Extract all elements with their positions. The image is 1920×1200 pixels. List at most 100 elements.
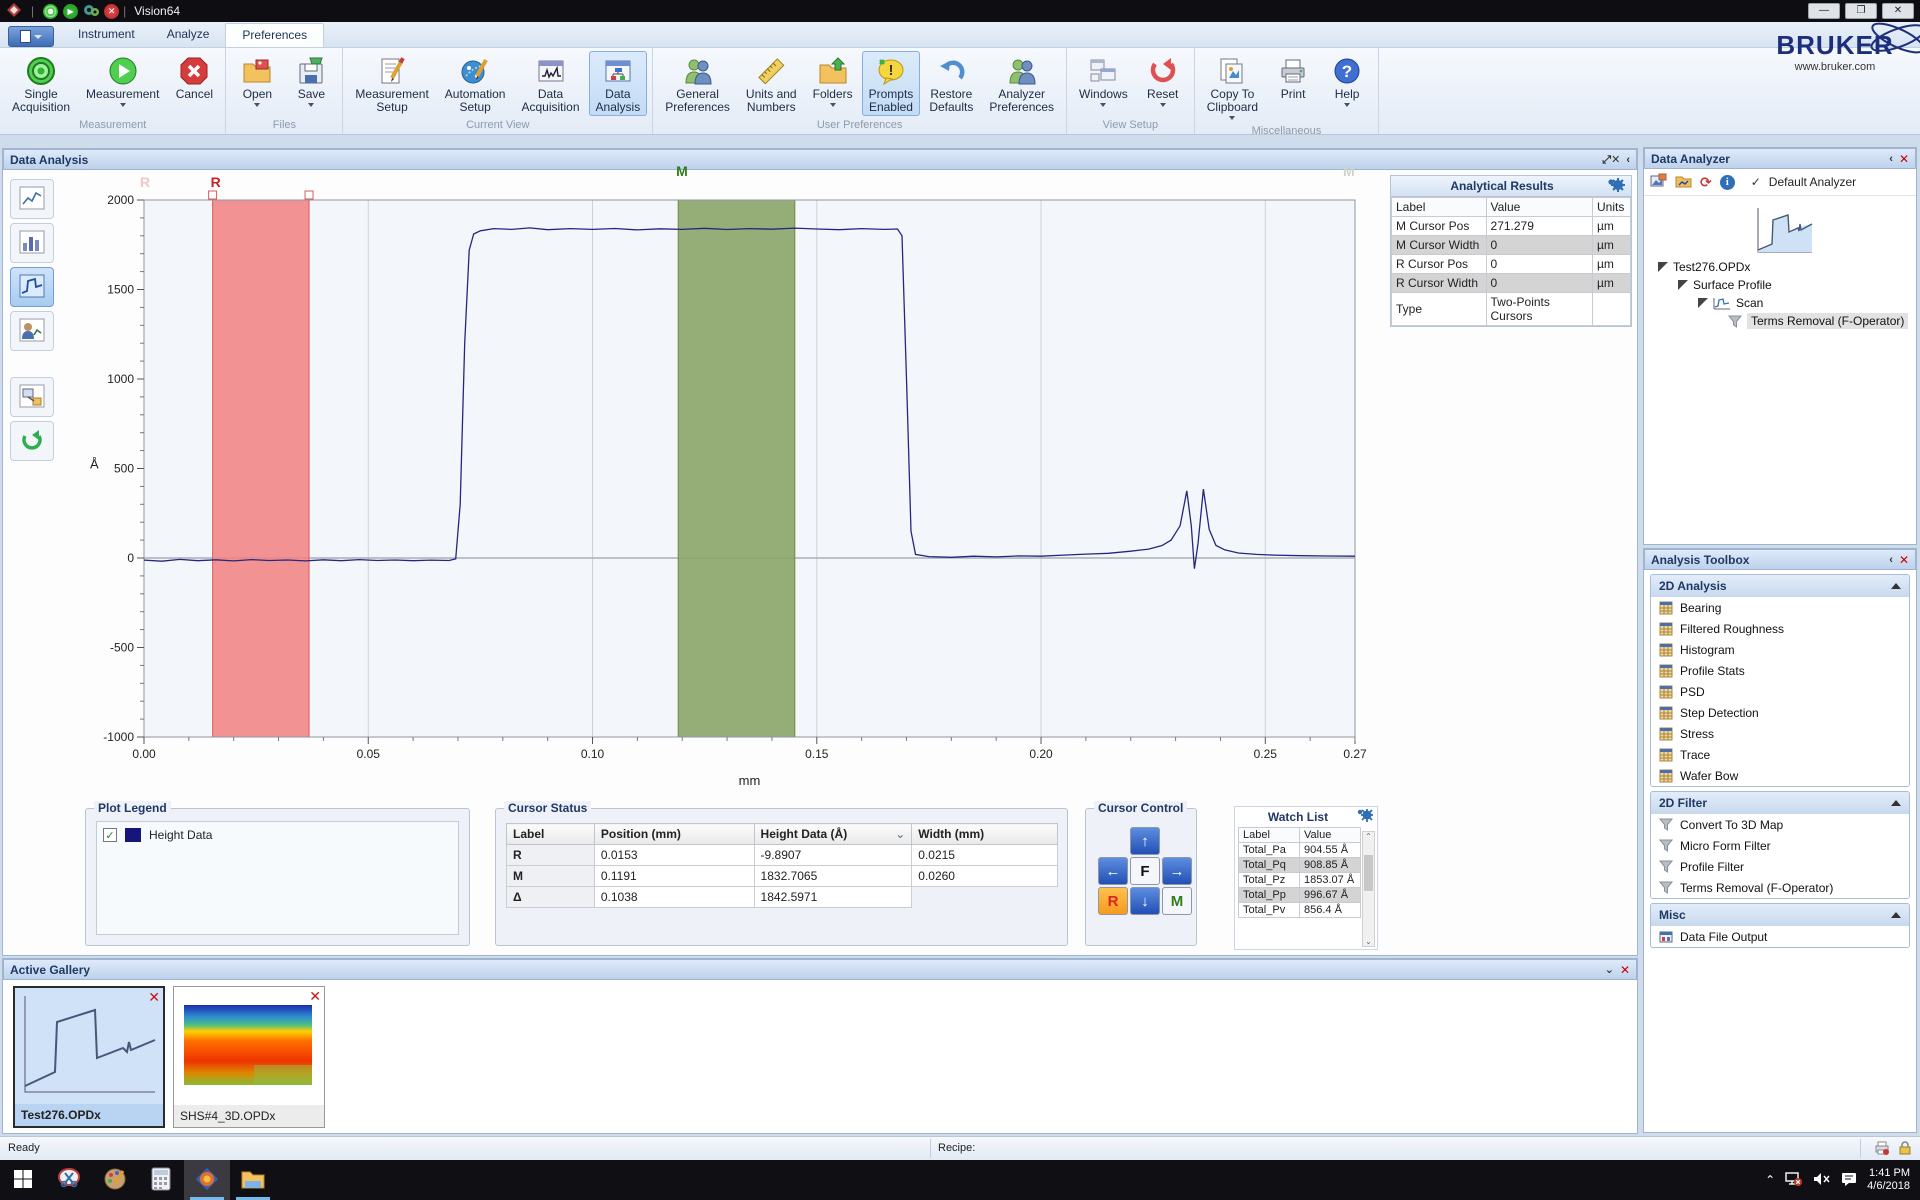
- legend-checkbox[interactable]: ✓: [103, 828, 117, 842]
- toolbox-item[interactable]: Bearing: [1651, 597, 1909, 618]
- data-analysis-button[interactable]: DataAnalysis: [589, 51, 648, 116]
- collapse-left-icon[interactable]: ‹: [1889, 153, 1893, 165]
- column-header[interactable]: Position (mm): [594, 824, 754, 845]
- position-cell[interactable]: 0.1191: [594, 866, 754, 887]
- height-cell[interactable]: 1842.5971: [754, 887, 912, 908]
- network-error-icon[interactable]: [1785, 1171, 1803, 1190]
- gear-icon[interactable]: [1607, 178, 1625, 195]
- toolbox-item[interactable]: Terms Removal (F-Operator): [1651, 877, 1909, 898]
- table-row[interactable]: M Cursor Width0µm: [1392, 236, 1631, 255]
- toolbox-item[interactable]: Micro Form Filter: [1651, 835, 1909, 856]
- width-cell[interactable]: 0.0260: [912, 866, 1058, 887]
- position-cell[interactable]: 0.0153: [594, 845, 754, 866]
- refresh-icon[interactable]: ⟳: [1700, 174, 1712, 191]
- print-button[interactable]: Print: [1267, 51, 1319, 103]
- settings-gears-icon[interactable]: [83, 3, 99, 20]
- prompts-enabled-button[interactable]: !PromptsEnabled: [862, 51, 921, 116]
- column-header[interactable]: Units: [1593, 198, 1631, 217]
- width-cell[interactable]: 0.0215: [912, 845, 1058, 866]
- tree-item[interactable]: Terms Removal (F-Operator): [1644, 312, 1916, 330]
- info-icon[interactable]: i: [1720, 175, 1735, 190]
- cursor-down-button[interactable]: ↓: [1130, 887, 1160, 915]
- table-row[interactable]: R Cursor Width0µm: [1392, 274, 1631, 293]
- r-cursor-band[interactable]: [213, 200, 309, 737]
- minimize-button[interactable]: —: [1808, 3, 1840, 19]
- table-row[interactable]: M Cursor Pos271.279µm: [1392, 217, 1631, 236]
- column-header[interactable]: Width (mm): [912, 824, 1058, 845]
- toolbox-item[interactable]: Wafer Bow: [1651, 765, 1909, 786]
- column-header[interactable]: Value: [1300, 828, 1361, 843]
- column-header[interactable]: Height Data (Å) ⌄: [754, 824, 912, 845]
- close-icon[interactable]: ✕: [309, 988, 321, 1005]
- taskbar-vision64-button[interactable]: [184, 1160, 230, 1200]
- collapse-left-icon[interactable]: ‹: [1889, 554, 1893, 566]
- toolbox-section-header[interactable]: Misc: [1651, 904, 1909, 926]
- column-header[interactable]: Label: [1392, 198, 1487, 217]
- table-row[interactable]: Total_Pz1853.07 Å: [1239, 873, 1361, 888]
- collapse-up-icon[interactable]: [1891, 583, 1901, 589]
- toolbox-item[interactable]: Data File Output: [1651, 926, 1909, 947]
- toolbox-item[interactable]: Histogram: [1651, 639, 1909, 660]
- single-acquisition-button[interactable]: SingleAcquisition: [5, 51, 77, 116]
- close-button[interactable]: ✕: [1882, 3, 1914, 19]
- abort-icon[interactable]: ✕: [104, 4, 119, 19]
- scroll-up-icon[interactable]: ⌃: [1365, 832, 1372, 841]
- taskbar-calculator-button[interactable]: [138, 1160, 184, 1200]
- restore-defaults-button[interactable]: RestoreDefaults: [922, 51, 980, 116]
- tree-item[interactable]: Scan: [1644, 294, 1916, 312]
- tree-expander-icon[interactable]: [1658, 262, 1668, 272]
- collapse-up-icon[interactable]: [1891, 800, 1901, 806]
- toolbox-section-header[interactable]: 2D Analysis: [1651, 575, 1909, 597]
- watch-scrollbar[interactable]: ⌃⌄: [1362, 831, 1375, 947]
- close-icon[interactable]: ✕: [1899, 152, 1909, 166]
- sidebar-operator-view-button[interactable]: [10, 311, 54, 351]
- gear-icon[interactable]: [1357, 809, 1373, 825]
- save-button[interactable]: Save: [285, 51, 337, 109]
- toolbox-item[interactable]: Profile Filter: [1651, 856, 1909, 877]
- toolbox-item[interactable]: Step Detection: [1651, 702, 1909, 723]
- table-row[interactable]: TypeTwo-Points Cursors: [1392, 293, 1631, 326]
- collapse-up-icon[interactable]: [1891, 912, 1901, 918]
- position-cell[interactable]: 0.1038: [594, 887, 754, 908]
- table-row[interactable]: Total_Pp996.67 Å: [1239, 888, 1361, 903]
- chart-svg[interactable]: RMRM2000150010005000-500-10000.000.050.1…: [80, 165, 1390, 810]
- collapse-down-icon[interactable]: ⌄: [1605, 963, 1614, 976]
- units-and-numbers-button[interactable]: Units andNumbers: [739, 51, 804, 116]
- table-row[interactable]: Total_Pv856.4 Å: [1239, 903, 1361, 918]
- notifications-icon[interactable]: [1841, 1172, 1857, 1189]
- scroll-down-icon[interactable]: ⌄: [1365, 937, 1372, 946]
- close-icon[interactable]: ✕: [1899, 553, 1909, 567]
- tree-expander-icon[interactable]: [1698, 298, 1708, 308]
- gallery-item[interactable]: ✕Test276.OPDx: [13, 986, 165, 1128]
- acquire-icon[interactable]: [43, 4, 58, 19]
- data-acquisition-button[interactable]: DataAcquisition: [514, 51, 586, 116]
- collapse-left-icon[interactable]: ‹: [1626, 154, 1630, 166]
- toolbox-item[interactable]: Trace: [1651, 744, 1909, 765]
- measurement-setup-button[interactable]: MeasurementSetup: [348, 51, 435, 116]
- close-icon[interactable]: ✕: [148, 989, 160, 1006]
- height-cell[interactable]: 1832.7065: [754, 866, 912, 887]
- reset-button[interactable]: Reset: [1137, 51, 1189, 109]
- cursor-f-button[interactable]: F: [1130, 857, 1160, 885]
- general-preferences-button[interactable]: GeneralPreferences: [658, 51, 737, 116]
- taskbar-file-explorer-button[interactable]: [230, 1160, 276, 1200]
- taskbar-snipping-tool-button[interactable]: [46, 1160, 92, 1200]
- windows-button[interactable]: Windows: [1072, 51, 1135, 109]
- file-menu-button[interactable]: [8, 26, 54, 47]
- profile-chart[interactable]: RMRM2000150010005000-500-10000.000.050.1…: [80, 165, 1390, 810]
- sidebar-export-view-button[interactable]: [10, 377, 54, 417]
- export-image-icon[interactable]: [1650, 173, 1667, 191]
- expand-icon[interactable]: ⤢✕: [1602, 153, 1620, 167]
- sidebar-refresh-view-button[interactable]: [10, 421, 54, 461]
- tree-expander-icon[interactable]: [1678, 280, 1688, 290]
- close-icon[interactable]: ✕: [1620, 963, 1630, 977]
- help-button[interactable]: ?Help: [1321, 51, 1373, 109]
- open-button[interactable]: Open: [231, 51, 283, 109]
- tree-item[interactable]: Surface Profile: [1644, 276, 1916, 294]
- taskbar-clock[interactable]: 1:41 PM 4/6/2018: [1867, 1167, 1914, 1193]
- cursor-right-button[interactable]: →: [1162, 857, 1192, 885]
- column-header[interactable]: Label: [1239, 828, 1300, 843]
- default-analyzer-label[interactable]: Default Analyzer: [1769, 175, 1856, 189]
- folder-chart-icon[interactable]: [1675, 173, 1692, 191]
- table-row[interactable]: Total_Pa904.55 Å: [1239, 843, 1361, 858]
